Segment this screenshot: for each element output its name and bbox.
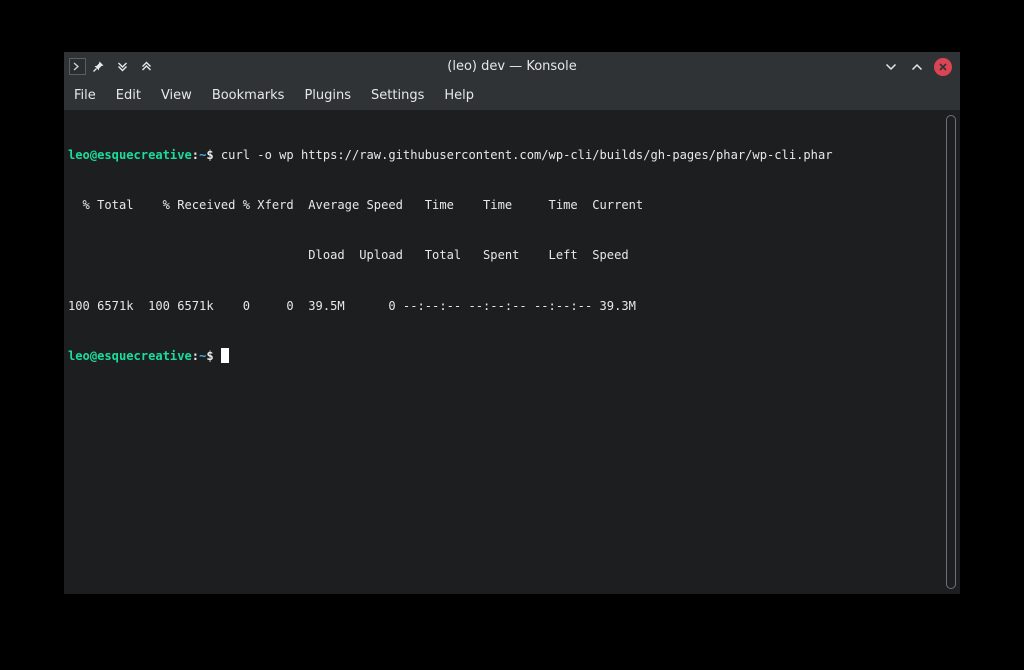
text-cursor <box>220 348 229 364</box>
terminal-view[interactable]: leo@esquecreative:~$ curl -o wp https://… <box>64 110 942 594</box>
close-button[interactable] <box>930 56 956 77</box>
output-line: % Total % Received % Xferd Average Speed… <box>68 197 644 212</box>
konsole-window: (leo) dev — Konsole File Edit View Bookm… <box>64 52 960 594</box>
menu-plugins[interactable]: Plugins <box>294 81 361 110</box>
output-line: 100 6571k 100 6571k 0 0 39.5M 0 --:--:--… <box>68 298 636 313</box>
menu-edit[interactable]: Edit <box>106 81 151 110</box>
output-line: Dload Upload Total Spent Left Speed <box>68 248 629 263</box>
menu-help[interactable]: Help <box>434 81 484 110</box>
title-bar-left-buttons <box>69 57 158 76</box>
prompt-separator: : <box>191 147 200 162</box>
title-bar-window-controls <box>878 56 956 77</box>
close-icon[interactable] <box>934 57 952 76</box>
vertical-scrollbar[interactable] <box>946 115 956 589</box>
command-line: leo@esquecreative:~$ curl -o wp https://… <box>68 147 942 164</box>
prompt-separator: : <box>191 349 200 364</box>
menu-bookmarks[interactable]: Bookmarks <box>202 81 295 110</box>
chevron-double-up-icon[interactable] <box>134 57 158 76</box>
chevron-down-icon <box>885 63 897 70</box>
menu-file[interactable]: File <box>64 81 106 110</box>
command-text: curl -o wp https://raw.githubusercontent… <box>213 147 833 162</box>
window-title: (leo) dev — Konsole <box>447 59 577 74</box>
konsole-terminal-icon[interactable] <box>69 58 86 75</box>
menu-settings[interactable]: Settings <box>361 81 434 110</box>
menu-view[interactable]: View <box>151 81 202 110</box>
prompt-symbol: $ <box>206 349 214 364</box>
scrollbar-thumb[interactable] <box>946 115 956 589</box>
prompt-symbol: $ <box>206 147 214 162</box>
chevron-double-down-icon[interactable] <box>110 57 134 76</box>
menu-bar: File Edit View Bookmarks Plugins Setting… <box>64 81 960 110</box>
prompt-user-host: leo@esquecreative <box>68 147 192 162</box>
minimize-button[interactable] <box>878 56 904 77</box>
title-bar[interactable]: (leo) dev — Konsole <box>64 52 960 81</box>
pin-icon[interactable] <box>86 57 110 76</box>
active-prompt-line: leo@esquecreative:~$ <box>68 348 942 365</box>
maximize-button[interactable] <box>904 56 930 77</box>
prompt-user-host: leo@esquecreative <box>68 349 192 364</box>
chevron-up-icon <box>911 63 923 70</box>
